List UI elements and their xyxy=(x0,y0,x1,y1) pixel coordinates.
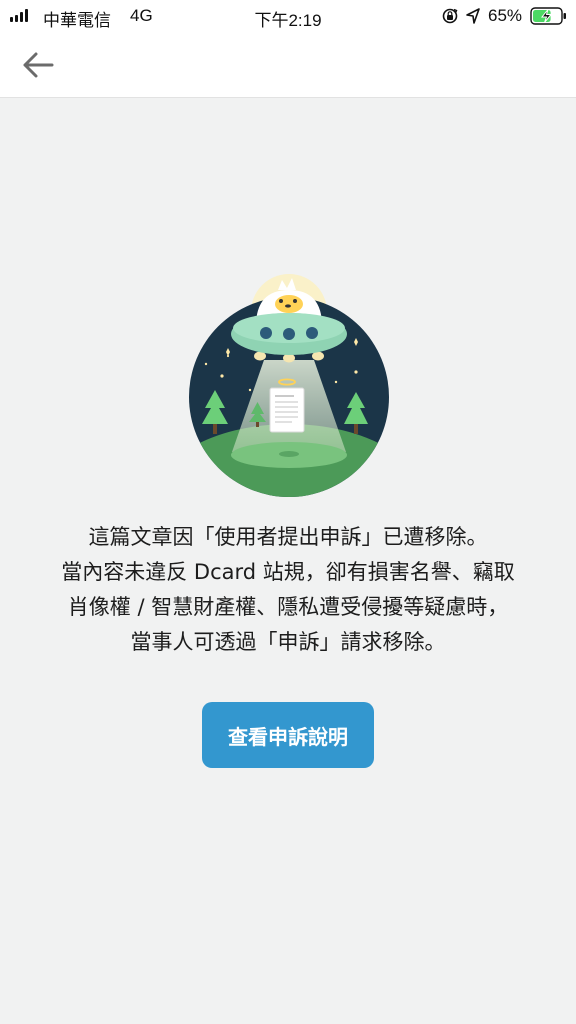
nav-bar xyxy=(0,34,576,98)
orientation-lock-icon xyxy=(442,8,458,24)
location-arrow-icon xyxy=(466,8,480,24)
battery-charging-icon xyxy=(530,7,566,25)
message-line: 當事人可透過「申訴」請求移除。 xyxy=(130,630,446,654)
message-line: 肖像權 / 智慧財產權、隱私遭受侵擾等疑慮時， xyxy=(67,595,509,619)
message-line: 這篇文章因「使用者提出申訴」已遭移除。 xyxy=(88,525,488,549)
removal-message: 這篇文章因「使用者提出申訴」已遭移除。 當內容未違反 Dcard 站規，卻有損害… xyxy=(0,520,576,660)
status-bar: 中華電信 4G 下午2:19 65% xyxy=(0,0,576,34)
view-appeal-info-button[interactable]: 查看申訴說明 xyxy=(202,702,374,768)
back-button[interactable] xyxy=(14,46,62,86)
message-line: 當內容未違反 Dcard 站規，卻有損害名譽、竊取 xyxy=(61,560,515,584)
ufo-abduction-illustration xyxy=(189,274,389,497)
back-arrow-icon xyxy=(23,52,54,78)
battery-percent: 65% xyxy=(488,6,523,25)
